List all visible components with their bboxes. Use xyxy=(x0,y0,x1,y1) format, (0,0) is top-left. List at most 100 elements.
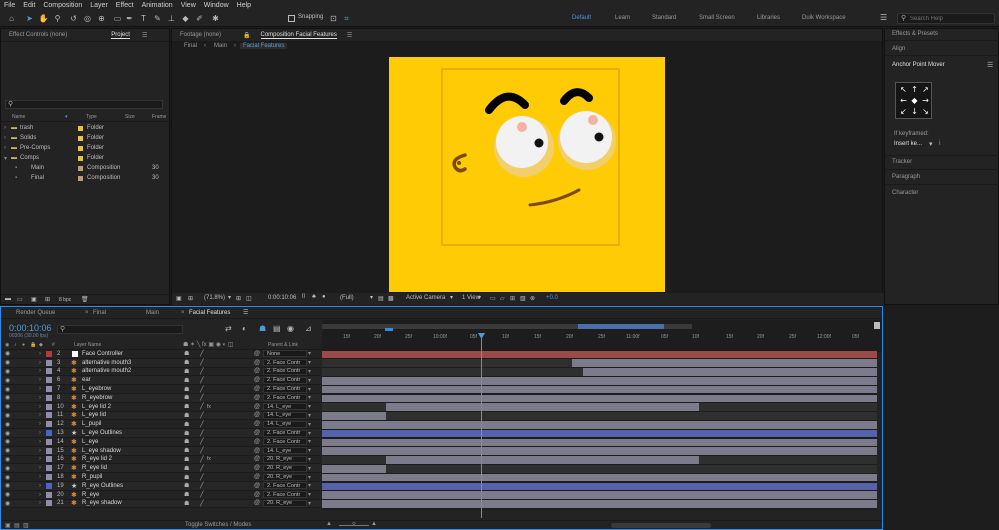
chevron-right-icon[interactable]: › xyxy=(39,474,41,480)
viewer-timecode[interactable]: 0:00:10:06 xyxy=(268,295,296,301)
visibility-eye-icon[interactable]: ◉ xyxy=(5,368,10,375)
quality-switch-icon[interactable]: ╱ xyxy=(200,438,204,445)
pick-whip-icon[interactable]: @ xyxy=(254,500,260,506)
visibility-eye-icon[interactable]: ◉ xyxy=(5,474,10,481)
align-header[interactable]: Align xyxy=(892,46,905,52)
layer-name[interactable]: alternative mouth2 xyxy=(82,368,131,374)
layer-label-color[interactable] xyxy=(46,447,52,454)
shy-switch-icon[interactable]: ☗ xyxy=(184,465,189,472)
layer-duration-bar[interactable] xyxy=(322,412,386,420)
chevron-right-icon[interactable]: › xyxy=(39,386,41,392)
character-header[interactable]: Character xyxy=(892,190,918,196)
shy-switch-icon[interactable]: ☗ xyxy=(184,491,189,498)
parent-dropdown[interactable]: None xyxy=(267,351,280,357)
chevron-right-icon[interactable]: › xyxy=(39,395,41,401)
menu-file[interactable]: File xyxy=(4,2,15,9)
chevron-right-icon[interactable]: › xyxy=(39,465,41,471)
motion-blur-icon[interactable]: ◉ xyxy=(287,324,294,333)
layer-name[interactable]: L_eye lid xyxy=(82,412,106,418)
layer-name[interactable]: R_eye shadow xyxy=(82,500,122,506)
visibility-eye-icon[interactable]: ◉ xyxy=(5,359,10,366)
parent-dropdown[interactable]: 20. R_eye xyxy=(267,465,292,471)
layer-name[interactable]: L_eye shadow xyxy=(82,448,121,454)
layer-row[interactable]: ◉ › 12 ✱ L_pupil ☗ ╱ @14. L_eye ▾ xyxy=(1,420,321,430)
pick-whip-icon[interactable]: @ xyxy=(254,368,260,374)
shy-switch-icon[interactable]: ☗ xyxy=(184,447,189,454)
tab-main[interactable]: Main xyxy=(146,310,159,316)
workspace-libraries[interactable]: Libraries xyxy=(757,15,780,21)
chevron-right-icon[interactable]: ▾ xyxy=(4,155,7,162)
shy-switch-icon[interactable]: ☗ xyxy=(184,359,189,366)
chevron-right-icon[interactable]: › xyxy=(39,430,41,436)
project-item[interactable]: ▪ Main Composition 30 xyxy=(1,163,171,173)
show-snapshot-icon[interactable]: ♣ xyxy=(312,294,316,300)
clone-stamp-tool-icon[interactable]: ⊥ xyxy=(166,13,177,24)
layer-duration-bar[interactable] xyxy=(385,403,700,411)
pick-whip-icon[interactable]: @ xyxy=(254,465,260,471)
parent-dropdown[interactable]: 2. Face Contr xyxy=(267,439,300,445)
graph-editor-icon[interactable]: ⊿ xyxy=(305,324,312,333)
tab-facial-features[interactable]: Facial Features xyxy=(189,310,230,316)
layer-label-color[interactable] xyxy=(46,465,52,472)
label-swatch[interactable] xyxy=(78,136,83,141)
column-frame[interactable]: Frame xyxy=(152,114,166,120)
resolution-dropdown[interactable]: (Full) xyxy=(340,295,354,301)
menu-animation[interactable]: Animation xyxy=(142,2,173,9)
quality-switch-icon[interactable]: ╱ xyxy=(200,412,204,419)
paragraph-header[interactable]: Paragraph xyxy=(892,174,920,180)
puppet-tool-icon[interactable]: ✱ xyxy=(210,13,221,24)
layer-name[interactable]: ear xyxy=(82,377,91,383)
layer-search-field[interactable]: ⚲ xyxy=(57,325,183,334)
panel-menu-icon[interactable]: ☰ xyxy=(243,309,248,316)
label-swatch[interactable] xyxy=(78,146,83,151)
comp-flowchart-icon[interactable]: ⇄ xyxy=(225,324,232,333)
zoom-slider-handle[interactable]: ○ xyxy=(352,521,356,527)
snap-grid-icon[interactable]: ⌗ xyxy=(341,13,352,24)
layer-row[interactable]: ◉ › 7 ✱ L_eyebrow ☗ ╱ @2. Face Contr ▾ xyxy=(1,385,321,394)
work-area-start-marker[interactable] xyxy=(385,328,393,331)
grid-icon[interactable]: ⊞ xyxy=(236,295,241,302)
parent-dropdown[interactable]: 2. Face Contr xyxy=(267,483,300,489)
layer-label-color[interactable] xyxy=(46,403,52,410)
shy-switch-icon[interactable]: ☗ xyxy=(184,482,189,489)
layer-name[interactable]: L_eye xyxy=(82,439,98,445)
layer-name[interactable]: R_eye lid 2 xyxy=(82,456,112,462)
layer-label-color[interactable] xyxy=(46,421,52,428)
quality-switch-icon[interactable]: ╱ xyxy=(200,500,204,507)
eraser-tool-icon[interactable]: ◆ xyxy=(180,13,191,24)
breadcrumb-facial-features[interactable]: Facial Features xyxy=(240,43,288,49)
pick-whip-icon[interactable]: @ xyxy=(254,492,260,498)
insert-keyframe-dropdown[interactable]: Insert ke... xyxy=(894,141,922,147)
type-tool-icon[interactable]: T xyxy=(138,13,149,24)
chevron-right-icon[interactable]: › xyxy=(39,360,41,366)
layer-label-color[interactable] xyxy=(46,500,52,507)
anchor-bottom-icon[interactable]: ↓ xyxy=(910,107,919,116)
visibility-eye-icon[interactable]: ◉ xyxy=(5,350,10,357)
chevron-right-icon[interactable]: › xyxy=(4,135,6,141)
layer-duration-bar[interactable] xyxy=(322,421,877,429)
expand-modes-icon[interactable]: ▤ xyxy=(14,522,20,529)
parent-dropdown[interactable]: 2. Face Contr xyxy=(267,430,300,436)
column-name[interactable]: Name xyxy=(12,114,25,120)
anchor-center-icon[interactable]: ◆ xyxy=(910,96,919,105)
snap-options-icon[interactable]: ⊡ xyxy=(328,13,339,24)
quality-switch-icon[interactable]: ╱ xyxy=(200,474,204,481)
layer-duration-bar[interactable] xyxy=(322,377,877,385)
rotate-tool-icon[interactable]: ↺ xyxy=(68,13,79,24)
playhead[interactable] xyxy=(481,333,482,518)
timeline-scrollbar[interactable] xyxy=(611,523,711,528)
parent-dropdown[interactable]: 20. R_eye xyxy=(267,456,292,462)
sort-chevron-down-icon[interactable]: ▾ xyxy=(65,114,68,120)
visibility-eye-icon[interactable]: ◉ xyxy=(5,491,10,498)
visibility-eye-icon[interactable]: ◉ xyxy=(5,482,10,489)
layer-duration-bar[interactable] xyxy=(322,385,877,394)
selection-tool-icon[interactable]: ➤ xyxy=(24,13,35,24)
layer-name[interactable]: L_pupil xyxy=(82,421,101,427)
draft-3d-icon[interactable]: ◐ xyxy=(242,324,247,333)
chevron-right-icon[interactable]: › xyxy=(39,412,41,418)
menu-edit[interactable]: Edit xyxy=(23,2,35,9)
chevron-right-icon[interactable]: › xyxy=(39,500,41,506)
tab-effect-controls[interactable]: Effect Controls (none) xyxy=(9,32,67,38)
panel-menu-icon[interactable]: ☰ xyxy=(987,61,993,69)
chevron-right-icon[interactable]: › xyxy=(4,125,6,131)
